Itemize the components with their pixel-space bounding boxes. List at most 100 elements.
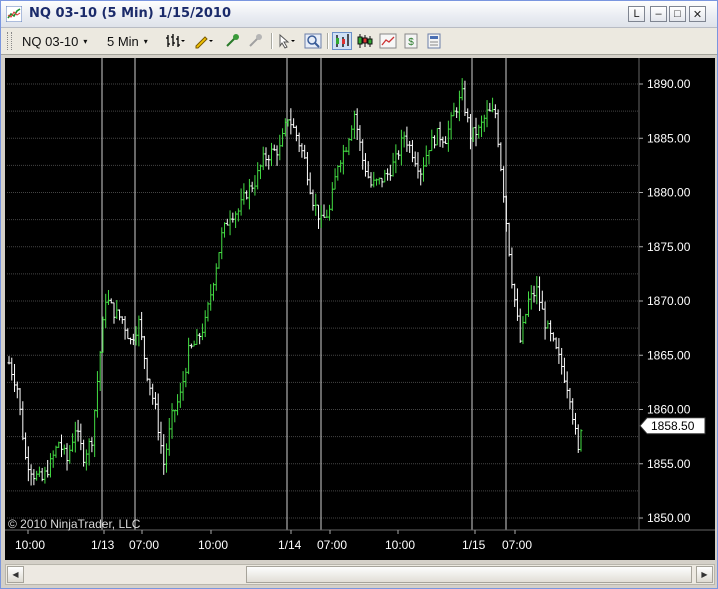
ohlc-bar <box>7 356 11 365</box>
bar-type-icon[interactable] <box>165 32 185 50</box>
ohlc-bar <box>13 364 17 393</box>
ohlc-bar <box>217 252 221 269</box>
ohlc-bar <box>336 165 340 181</box>
ohlc-bar <box>281 128 285 147</box>
ohlc-bar <box>380 177 384 188</box>
ohlc-bar <box>87 438 91 466</box>
ohlc-bar <box>267 154 271 170</box>
price-tick-label: 1890.00 <box>647 77 691 91</box>
ohlc-bar <box>68 445 72 464</box>
ohlc-bar <box>29 464 33 486</box>
ohlc-bar <box>292 118 296 128</box>
ohlc-bar <box>245 190 249 200</box>
ohlc-bar <box>455 107 459 118</box>
horizontal-scrollbar[interactable]: ◀ ▶ <box>5 564 715 585</box>
ohlc-bar <box>223 222 227 238</box>
close-button[interactable]: ✕ <box>689 6 706 22</box>
ohlc-bar <box>518 308 522 343</box>
ohlc-bar <box>538 276 542 312</box>
ohlc-bar <box>460 78 464 101</box>
ohlc-bar <box>444 136 448 145</box>
ohlc-bar <box>10 357 14 381</box>
ohlc-bar <box>278 134 282 161</box>
ohlc-bar <box>496 109 500 148</box>
ohlc-bar <box>203 310 207 338</box>
chart-properties-icon[interactable] <box>378 32 398 50</box>
ohlc-bar <box>352 110 356 139</box>
ohlc-bar <box>115 300 119 320</box>
toolbar-grip[interactable] <box>7 32 12 50</box>
strategy-icon[interactable]: $ <box>401 32 421 50</box>
zoom-icon[interactable] <box>303 32 323 50</box>
ohlc-bar <box>504 195 508 232</box>
ohlc-bar <box>446 120 450 152</box>
ohlc-bar <box>449 112 453 140</box>
ohlc-bar <box>84 449 88 471</box>
ohlc-bar <box>198 332 202 345</box>
interval-label: 5 Min <box>107 33 139 49</box>
ohlc-bar <box>333 168 337 190</box>
link-button[interactable]: L <box>628 6 645 22</box>
ohlc-bar <box>557 338 561 364</box>
ohlc-bar <box>211 282 215 301</box>
pin-icon[interactable] <box>246 32 266 50</box>
ohlc-bar <box>535 276 539 305</box>
ohlc-bar <box>413 151 417 167</box>
ohlc-bar <box>383 169 387 183</box>
price-chart[interactable]: 1890.00 1885.00 1880.00 1875.00 1870.00 1865.… <box>5 58 715 560</box>
ohlc-bar <box>402 131 406 148</box>
ohlc-bar <box>303 144 307 159</box>
ohlc-bar <box>521 316 525 345</box>
ohlc-bar <box>104 293 108 329</box>
price-tick-label: 1860.00 <box>647 403 691 417</box>
indicator-icon[interactable] <box>424 32 444 50</box>
pencil-draw-icon[interactable] <box>194 32 214 50</box>
ohlc-bar <box>46 459 50 478</box>
ohlc-bar <box>408 140 412 153</box>
data-box-icon[interactable] <box>332 32 352 50</box>
ohlc-bar <box>565 371 569 399</box>
pointer-icon[interactable] <box>277 32 297 50</box>
time-tick-label: 07:00 <box>129 538 159 552</box>
scroll-left-button[interactable]: ◀ <box>7 566 24 583</box>
crosshair-icon[interactable] <box>223 32 243 50</box>
instrument-selector[interactable]: NQ 03-10 ▾ <box>22 32 87 50</box>
ohlc-bar <box>57 441 61 448</box>
ohlc-bar <box>153 392 157 410</box>
ohlc-bar <box>369 172 373 188</box>
ohlc-bar <box>54 445 58 458</box>
scroll-thumb[interactable] <box>246 566 692 583</box>
ohlc-bar <box>347 137 351 156</box>
ohlc-bar <box>325 209 329 219</box>
ohlc-bar <box>173 409 177 423</box>
ohlc-bar <box>507 222 511 257</box>
candlestick-icon[interactable] <box>355 32 375 50</box>
ohlc-bar <box>62 444 66 455</box>
ohlc-bar <box>137 315 141 347</box>
interval-selector[interactable]: 5 Min ▾ <box>107 32 148 50</box>
minimize-button[interactable]: ‒ <box>650 6 667 22</box>
ohlc-bar <box>206 301 210 322</box>
ohlc-bar <box>297 132 301 153</box>
ohlc-bar <box>457 90 461 122</box>
ohlc-bar <box>289 108 293 135</box>
ohlc-bar <box>184 367 188 388</box>
ohlc-bar <box>386 168 390 181</box>
chart-canvas[interactable]: 1890.00 1885.00 1880.00 1875.00 1870.00 1865.… <box>5 58 715 560</box>
ohlc-bar <box>112 302 116 324</box>
ohlc-bar <box>32 469 36 486</box>
title-bar[interactable]: NQ 03-10 (5 Min) 1/15/2010 L ‒ □ ✕ <box>1 1 717 28</box>
ohlc-bar <box>452 102 456 117</box>
ohlc-bar <box>366 161 370 179</box>
scroll-right-button[interactable]: ▶ <box>696 566 713 583</box>
ohlc-bar <box>189 343 193 349</box>
ohlc-bar <box>391 152 395 177</box>
ohlc-bar <box>51 450 55 468</box>
ohlc-bar <box>551 332 555 342</box>
chevron-down-icon: ▾ <box>83 36 88 46</box>
ohlc-bar <box>529 285 533 310</box>
maximize-button[interactable]: □ <box>669 6 686 22</box>
ohlc-bar <box>377 177 381 185</box>
ohlc-bar <box>90 437 94 453</box>
ohlc-bar <box>316 204 320 229</box>
